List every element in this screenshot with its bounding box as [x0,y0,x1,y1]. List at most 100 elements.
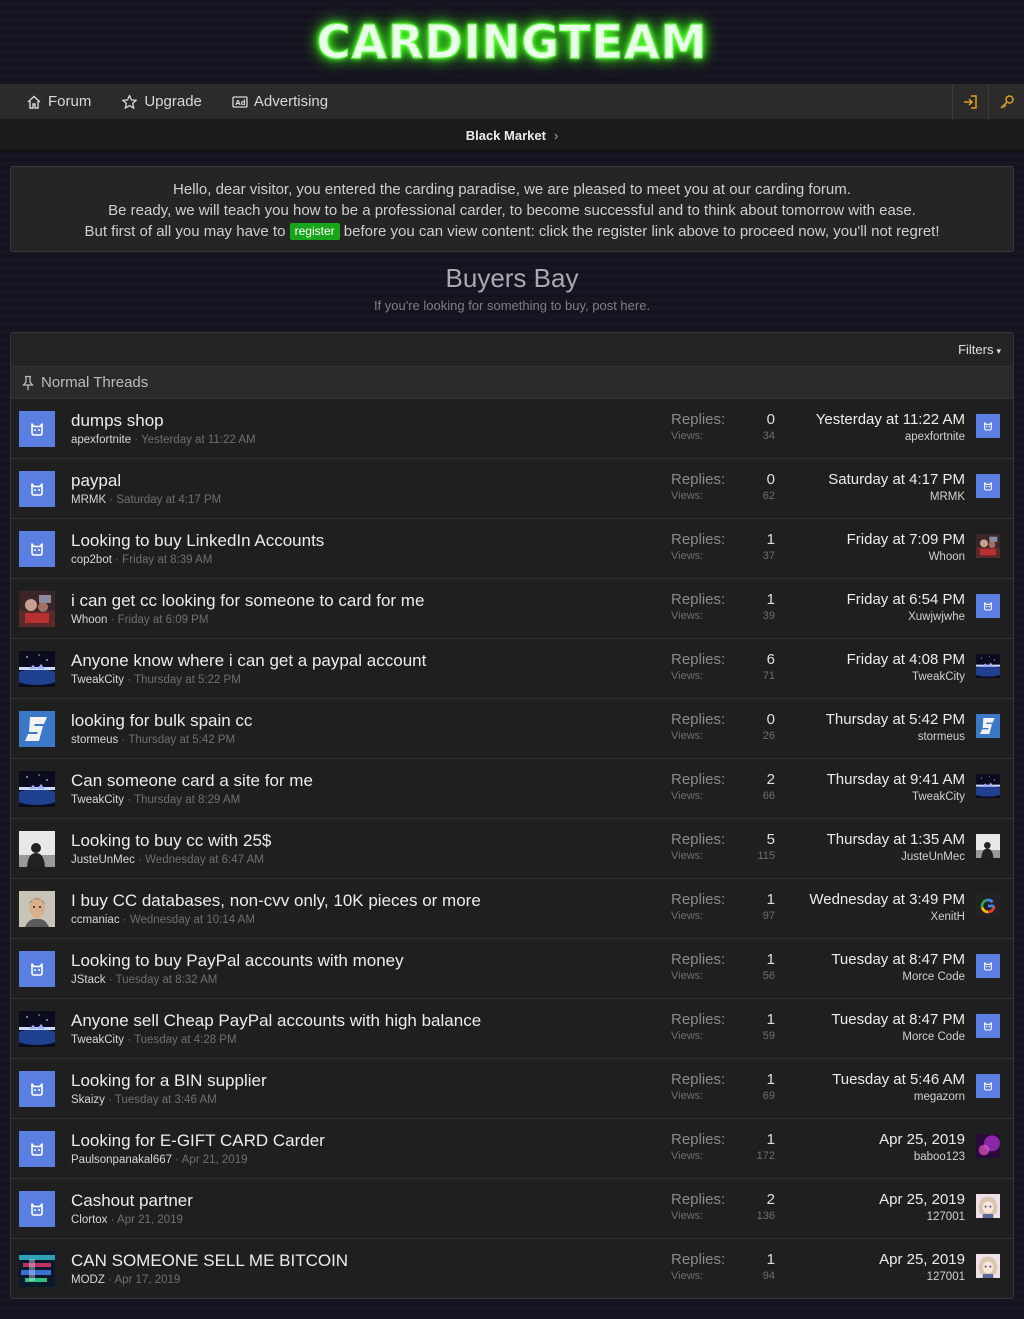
thread-title[interactable]: Looking for E-GIFT CARD Carder [71,1131,325,1151]
last-poster-avatar[interactable] [976,834,1000,858]
last-poster-avatar[interactable] [976,774,1000,798]
author-avatar[interactable] [19,1191,55,1227]
last-poster-avatar[interactable] [976,534,1000,558]
thread-start-date[interactable]: Wednesday at 6:47 AM [145,854,264,866]
thread-row[interactable]: Anyone sell Cheap PayPal accounts with h… [11,999,1013,1059]
thread-row[interactable]: I buy CC databases, non-cvv only, 10K pi… [11,879,1013,939]
last-post-date[interactable]: Thursday at 5:42 PM [826,711,965,728]
author-avatar[interactable] [19,411,55,447]
thread-row[interactable]: paypal MRMK · Saturday at 4:17 PM Replies:… [11,459,1013,519]
last-post-date[interactable]: Apr 25, 2019 [879,1251,965,1268]
thread-title[interactable]: Can someone card a site for me [71,771,313,791]
author-avatar[interactable] [19,1011,55,1047]
thread-title[interactable]: paypal [71,471,121,491]
thread-title[interactable]: Looking to buy cc with 25$ [71,831,271,851]
thread-author[interactable]: ccmaniac [71,914,120,926]
thread-author[interactable]: stormeus [71,734,118,746]
thread-start-date[interactable]: Yesterday at 11:22 AM [141,434,255,446]
last-post-user[interactable]: 127001 [879,1211,965,1223]
last-poster-avatar[interactable] [976,1194,1000,1218]
thread-start-date[interactable]: Apr 21, 2019 [117,1214,183,1226]
thread-author[interactable]: JusteUnMec [71,854,135,866]
last-post-date[interactable]: Apr 25, 2019 [879,1131,965,1148]
thread-author[interactable]: Clortox [71,1214,107,1226]
thread-start-date[interactable]: Thursday at 5:22 PM [134,674,241,686]
last-poster-avatar[interactable] [976,1134,1000,1158]
thread-title[interactable]: i can get cc looking for someone to card… [71,591,424,611]
last-post-date[interactable]: Tuesday at 8:47 PM [831,951,965,968]
thread-row[interactable]: Can someone card a site for me TweakCity … [11,759,1013,819]
last-post-user[interactable]: MRMK [828,491,965,503]
last-poster-avatar[interactable] [976,414,1000,438]
thread-row[interactable]: Looking to buy PayPal accounts with mone… [11,939,1013,999]
site-logo[interactable]: CARDINGTEAM [316,15,708,70]
thread-row[interactable]: CAN SOMEONE SELL ME BITCOIN MODZ · Apr 17… [11,1239,1013,1298]
thread-title[interactable]: CAN SOMEONE SELL ME BITCOIN [71,1251,348,1271]
last-post-user[interactable]: stormeus [826,731,965,743]
thread-row[interactable]: Cashout partner Clortox · Apr 21, 2019 Rep… [11,1179,1013,1239]
author-avatar[interactable] [19,951,55,987]
author-avatar[interactable] [19,1071,55,1107]
thread-start-date[interactable]: Apr 17, 2019 [114,1274,180,1286]
thread-author[interactable]: MODZ [71,1274,105,1286]
thread-start-date[interactable]: Saturday at 4:17 PM [116,494,221,506]
thread-row[interactable]: dumps shop apexfortnite · Yesterday at 11… [11,399,1013,459]
last-post-user[interactable]: Whoon [847,551,965,563]
thread-author[interactable]: Whoon [71,614,107,626]
last-poster-avatar[interactable] [976,714,1000,738]
last-post-user[interactable]: Xuwjwjwhe [847,611,965,623]
thread-row[interactable]: i can get cc looking for someone to card… [11,579,1013,639]
thread-start-date[interactable]: Tuesday at 3:46 AM [115,1094,217,1106]
thread-row[interactable]: Looking to buy LinkedIn Accounts cop2bot … [11,519,1013,579]
last-post-date[interactable]: Friday at 7:09 PM [847,531,965,548]
last-post-date[interactable]: Tuesday at 8:47 PM [831,1011,965,1028]
last-post-date[interactable]: Friday at 4:08 PM [847,651,965,668]
last-post-user[interactable]: TweakCity [847,671,965,683]
last-post-user[interactable]: JusteUnMec [827,851,965,863]
thread-title[interactable]: Looking to buy LinkedIn Accounts [71,531,324,551]
last-poster-avatar[interactable] [976,954,1000,978]
thread-title[interactable]: dumps shop [71,411,164,431]
last-post-user[interactable]: TweakCity [827,791,965,803]
thread-title[interactable]: Cashout partner [71,1191,193,1211]
thread-row[interactable]: looking for bulk spain cc stormeus · Thur… [11,699,1013,759]
thread-title[interactable]: Looking to buy PayPal accounts with mone… [71,951,404,971]
thread-author[interactable]: apexfortnite [71,434,131,446]
thread-title[interactable]: looking for bulk spain cc [71,711,252,731]
last-post-date[interactable]: Yesterday at 11:22 AM [816,411,965,428]
last-post-date[interactable]: Saturday at 4:17 PM [828,471,965,488]
last-poster-avatar[interactable] [976,1254,1000,1278]
tab-forum[interactable]: Forum [26,93,91,110]
thread-author[interactable]: TweakCity [71,674,124,686]
last-post-date[interactable]: Thursday at 9:41 AM [827,771,965,788]
thread-title[interactable]: Looking for a BIN supplier [71,1071,267,1091]
thread-row[interactable]: Looking for a BIN supplier Skaizy · Tuesd… [11,1059,1013,1119]
author-avatar[interactable] [19,651,55,687]
thread-row[interactable]: Looking for E-GIFT CARD Carder Paulsonpan… [11,1119,1013,1179]
last-poster-avatar[interactable] [976,1014,1000,1038]
last-poster-avatar[interactable] [976,654,1000,678]
last-post-date[interactable]: Wednesday at 3:49 PM [809,891,965,908]
last-poster-avatar[interactable] [976,594,1000,618]
last-post-user[interactable]: baboo123 [879,1151,965,1163]
thread-start-date[interactable]: Friday at 6:09 PM [118,614,209,626]
last-poster-avatar[interactable] [976,894,1000,918]
author-avatar[interactable] [19,531,55,567]
last-post-user[interactable]: megazorn [832,1091,965,1103]
last-post-date[interactable]: Apr 25, 2019 [879,1191,965,1208]
thread-start-date[interactable]: Apr 21, 2019 [182,1154,248,1166]
thread-start-date[interactable]: Wednesday at 10:14 AM [130,914,255,926]
last-post-date[interactable]: Tuesday at 5:46 AM [832,1071,965,1088]
thread-title[interactable]: Anyone know where i can get a paypal acc… [71,651,426,671]
thread-start-date[interactable]: Tuesday at 8:32 AM [116,974,218,986]
thread-start-date[interactable]: Friday at 8:39 AM [122,554,212,566]
last-poster-avatar[interactable] [976,474,1000,498]
thread-author[interactable]: JStack [71,974,106,986]
author-avatar[interactable] [19,771,55,807]
register-button[interactable]: register [289,223,340,240]
thread-author[interactable]: cop2bot [71,554,112,566]
register-key-button[interactable] [988,83,1024,120]
author-avatar[interactable] [19,1251,55,1287]
thread-row[interactable]: Anyone know where i can get a paypal acc… [11,639,1013,699]
last-post-user[interactable]: 127001 [879,1271,965,1283]
